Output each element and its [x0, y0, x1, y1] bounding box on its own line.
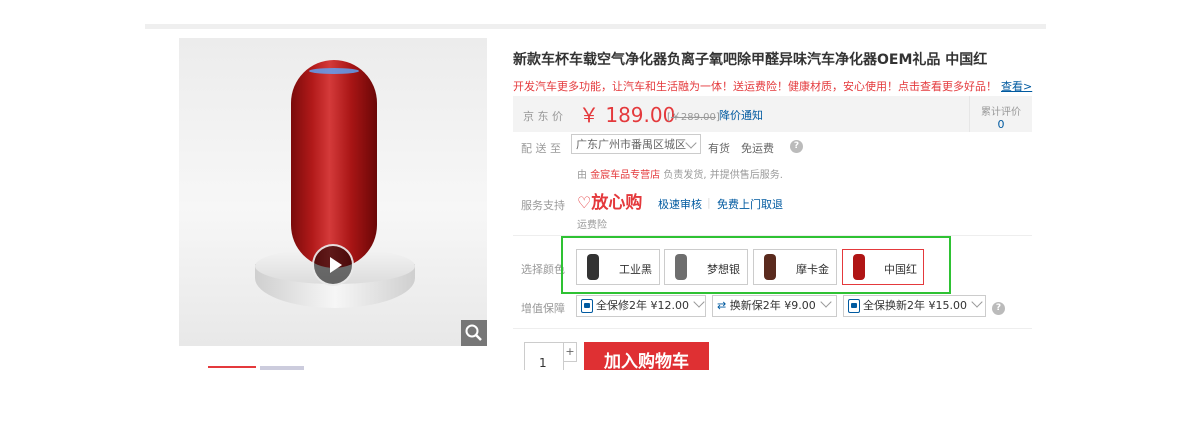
question-icon[interactable]: ?	[790, 140, 803, 153]
promo-text: 开发汽车更多功能，让汽车和生活融为一体！送运费险！健康材质，安心使用！点击查看更…	[513, 78, 1032, 94]
product-main-image[interactable]	[179, 38, 487, 346]
address-value: 广东广州市番禺区城区	[576, 138, 686, 151]
color-highlight-box	[561, 236, 951, 294]
shield-icon	[848, 299, 860, 313]
seller-suffix: 负责发货, 并提供售后服务.	[663, 170, 783, 181]
purifier-light-ring	[309, 68, 359, 74]
price-box: 京 东 价 ￥ 189.00 [￥289.00] 降价通知 累计评价 0	[513, 96, 1032, 132]
service-separator: |	[707, 196, 711, 209]
old-price-value: ￥289.00	[670, 112, 716, 123]
service-shipping-insurance: 运费险	[577, 220, 607, 231]
free-shipping-text: 免运费	[741, 142, 774, 155]
question-icon[interactable]: ?	[992, 302, 1005, 315]
vas-label: 增值保障	[521, 302, 565, 315]
promo-link[interactable]: 查看>	[1001, 80, 1032, 93]
chevron-down-icon	[685, 137, 697, 149]
fangxingou-badge[interactable]: ♡放心购	[577, 188, 642, 213]
section-divider	[513, 328, 1032, 329]
review-count[interactable]: 0	[970, 118, 1032, 131]
stock-status: 有货	[708, 142, 730, 155]
price-drop-notify-link[interactable]: 降价通知	[719, 107, 763, 123]
service-label: 服务支持	[521, 199, 565, 212]
play-icon[interactable]	[312, 244, 354, 286]
exchange-icon: ⇄	[717, 299, 727, 312]
review-summary[interactable]: 累计评价 0	[969, 96, 1032, 132]
address-selector[interactable]: 广东广州市番禺区城区	[571, 134, 701, 154]
promo-message: 开发汽车更多功能，让汽车和生活融为一体！送运费险！健康材质，安心使用！点击查看更…	[513, 80, 997, 93]
original-price: [￥289.00]	[667, 108, 720, 123]
vas-full-text: 全保换新2年 ¥15.00	[863, 299, 967, 312]
product-title: 新款车杯车载空气净化器负离子氧吧除甲醛异味汽车净化器OEM礼品 中国红	[513, 52, 988, 68]
vas-option-exchange[interactable]: ⇄ 换新保2年 ¥9.00	[712, 295, 837, 317]
page-bottom-blank	[0, 370, 1192, 428]
color-label: 选择颜色	[521, 263, 565, 276]
purifier-image	[291, 60, 377, 268]
delivery-label: 配 送 至	[521, 142, 561, 155]
service-free-pickup-link[interactable]: 免费上门取退	[717, 196, 783, 212]
vas-exchange-text: 换新保2年 ¥9.00	[729, 299, 816, 312]
current-price: ￥ 189.00	[579, 103, 676, 127]
quantity-value: 1	[539, 356, 547, 370]
magnifier-icon[interactable]	[461, 320, 487, 346]
shield-icon	[581, 299, 593, 313]
seller-info: 由 金宸车品专营店 负责发货, 并提供售后服务.	[577, 166, 783, 181]
seller-store-link[interactable]: 金宸车品专营店	[590, 170, 660, 181]
fangxingou-text: 放心购	[591, 193, 643, 213]
top-divider-bar	[145, 24, 1046, 29]
heart-icon: ♡	[577, 193, 592, 212]
service-fast-review-link[interactable]: 极速审核	[658, 196, 702, 212]
chevron-down-icon	[693, 296, 705, 308]
price-label: 京 东 价	[523, 110, 563, 123]
vas-warranty-text: 全保修2年 ¥12.00	[596, 299, 689, 312]
quantity-plus-button[interactable]: +	[564, 342, 577, 362]
chevron-down-icon	[820, 296, 832, 308]
review-label: 累计评价	[981, 107, 1021, 118]
chevron-down-icon	[971, 296, 983, 308]
vas-option-full[interactable]: 全保换新2年 ¥15.00	[843, 295, 986, 317]
vas-option-warranty[interactable]: 全保修2年 ¥12.00	[576, 295, 706, 317]
seller-prefix: 由	[577, 170, 587, 181]
